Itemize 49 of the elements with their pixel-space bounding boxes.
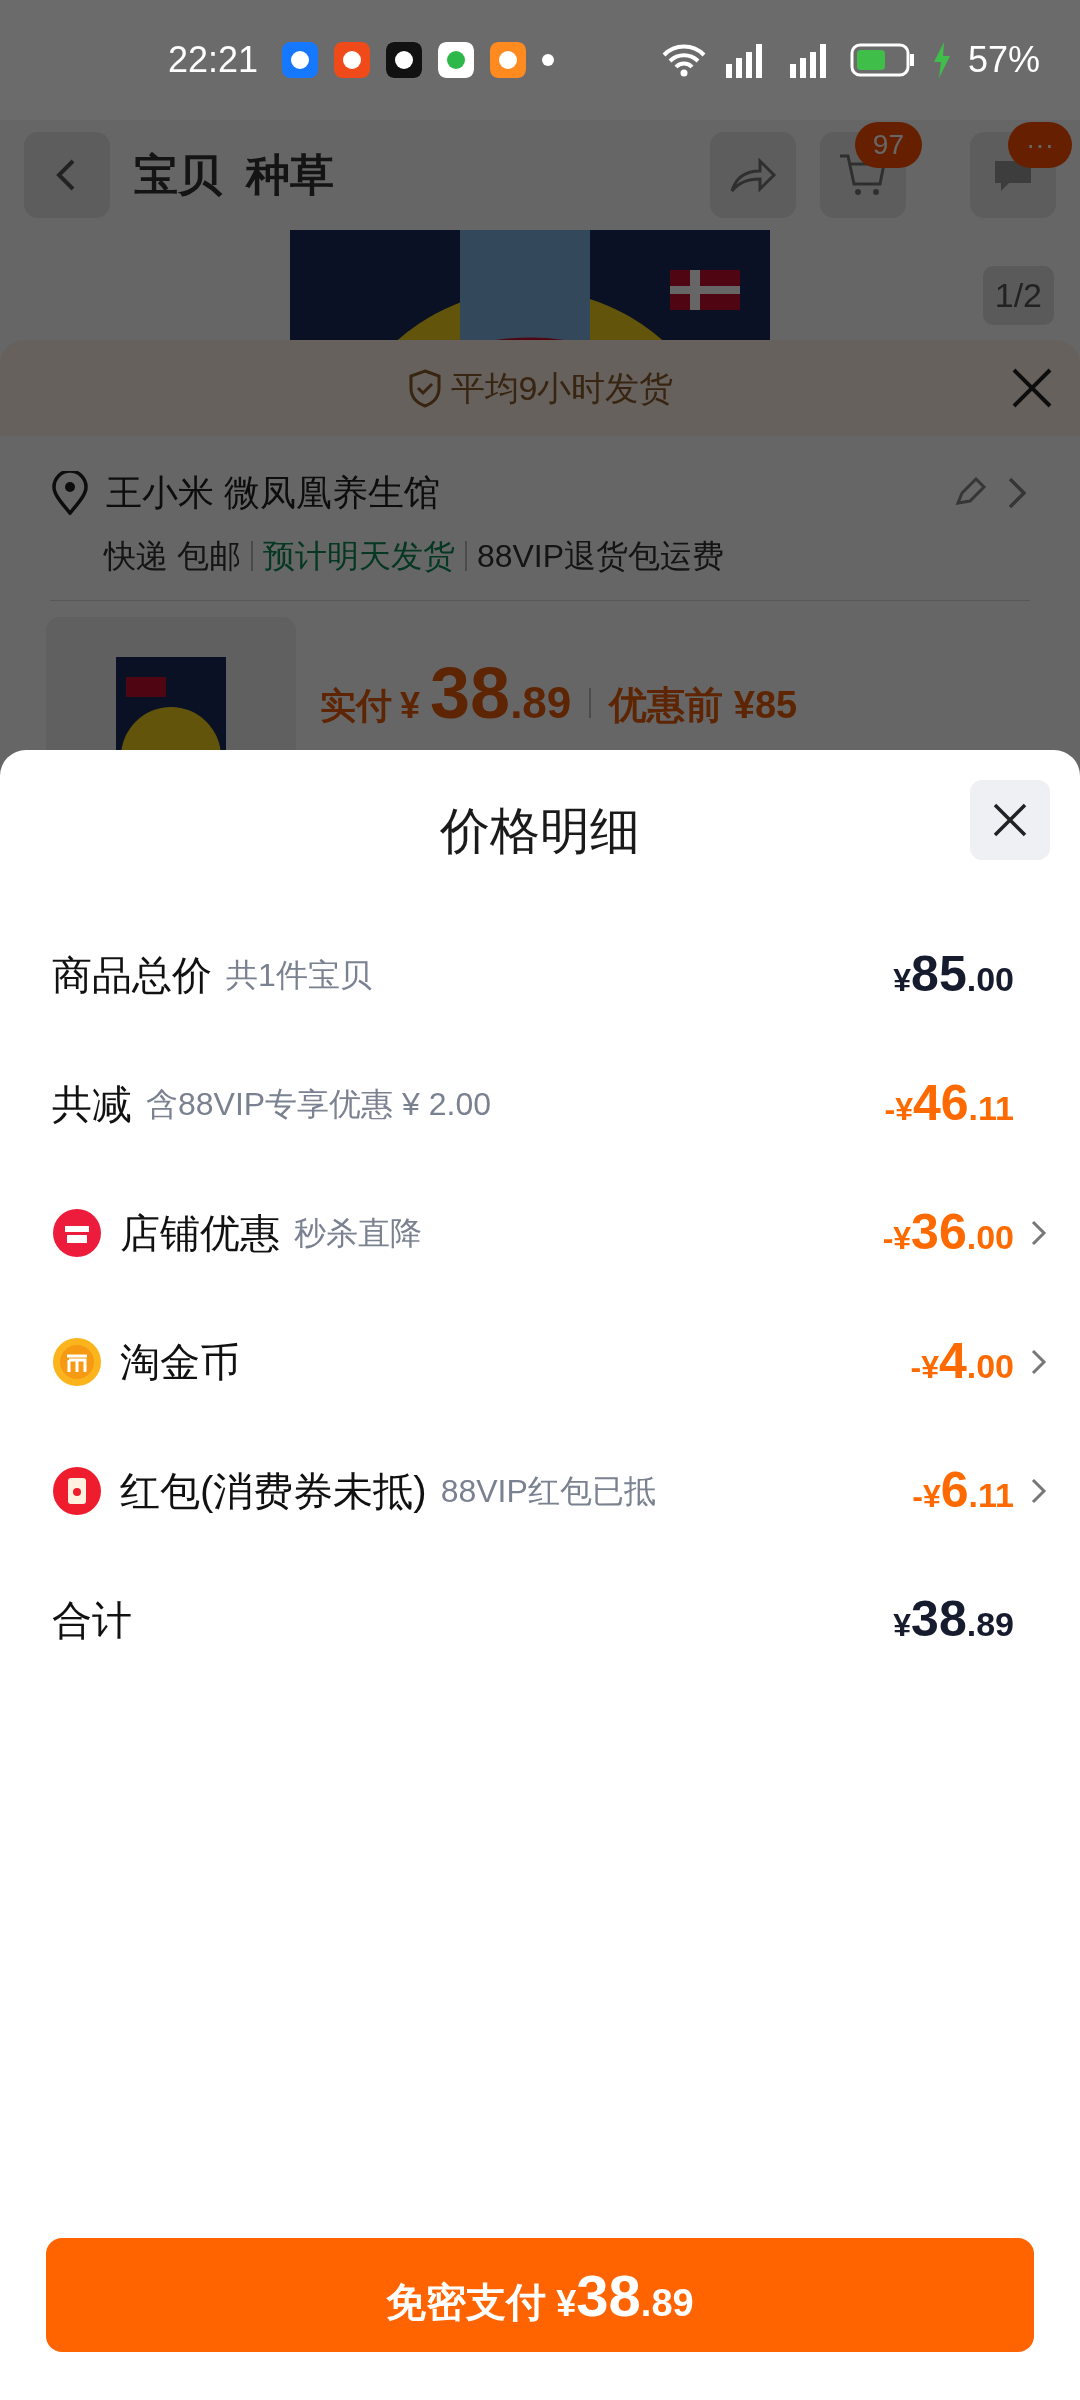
amount-text: ¥85.00 xyxy=(893,945,1014,1004)
row-label: 红包(消费券未抵) xyxy=(120,1467,427,1515)
row-label: 共减 xyxy=(52,1080,132,1128)
wifi-icon xyxy=(661,43,706,77)
location-pin-icon xyxy=(50,471,90,515)
address-text: 王小米 微凤凰养生馆 xyxy=(106,471,440,515)
close-icon[interactable] xyxy=(1010,366,1054,410)
shipping-text: 快递 包邮 xyxy=(104,537,241,576)
dot-icon xyxy=(542,54,555,66)
share-icon xyxy=(728,155,778,195)
battery-text: 57% xyxy=(967,38,1040,82)
amount-text: -¥46.11 xyxy=(884,1074,1014,1133)
shipping-text: 88VIP退货包运费 xyxy=(476,537,725,576)
notice-text: 平均9小时发货 xyxy=(450,367,674,409)
image-counter: 1/2 xyxy=(982,266,1054,325)
app-icon xyxy=(386,42,423,78)
battery-icon xyxy=(849,43,916,77)
app-icon xyxy=(438,42,475,78)
coin-icon xyxy=(52,1336,102,1387)
clock-text: 22:21 xyxy=(168,38,259,82)
app-icon xyxy=(490,42,527,78)
amount-text: ¥38.89 xyxy=(893,1590,1014,1649)
tab-label[interactable]: 宝贝 xyxy=(134,142,222,208)
row-note: 秒杀直降 xyxy=(294,1213,422,1253)
row-note: 共1件宝贝 xyxy=(226,955,372,995)
tab-label[interactable]: 种草 xyxy=(246,142,334,208)
row-label: 合计 xyxy=(52,1596,132,1644)
envelope-icon xyxy=(52,1465,102,1516)
app-icon xyxy=(282,42,319,78)
app-icon xyxy=(334,42,371,78)
row-label: 商品总价 xyxy=(52,951,212,999)
sheet-title: 价格明细 xyxy=(440,802,640,861)
pay-button[interactable]: 免密支付 ¥38.89 xyxy=(46,2238,1034,2352)
price-label: 实付 xyxy=(320,684,392,728)
charging-icon xyxy=(931,42,952,78)
close-button[interactable] xyxy=(970,780,1050,860)
amount-text: -¥4.00 xyxy=(910,1332,1014,1391)
price-value: ¥38.89 xyxy=(400,652,572,735)
row-label: 淘金币 xyxy=(120,1338,240,1386)
amount-text: -¥6.11 xyxy=(912,1461,1014,1520)
count-badge: 97 xyxy=(854,122,922,168)
share-button[interactable] xyxy=(710,132,796,218)
original-price: 优惠前 ¥85 xyxy=(609,683,798,728)
amount-text: -¥36.00 xyxy=(882,1203,1014,1262)
more-badge: ··· xyxy=(1008,122,1072,168)
shipping-text: 预计明天发货 xyxy=(262,537,455,576)
row-note: 含88VIP专享优惠 ¥ 2.00 xyxy=(146,1084,492,1124)
row-note: 88VIP红包已抵 xyxy=(440,1471,656,1511)
row-label: 店铺优惠 xyxy=(120,1209,280,1257)
